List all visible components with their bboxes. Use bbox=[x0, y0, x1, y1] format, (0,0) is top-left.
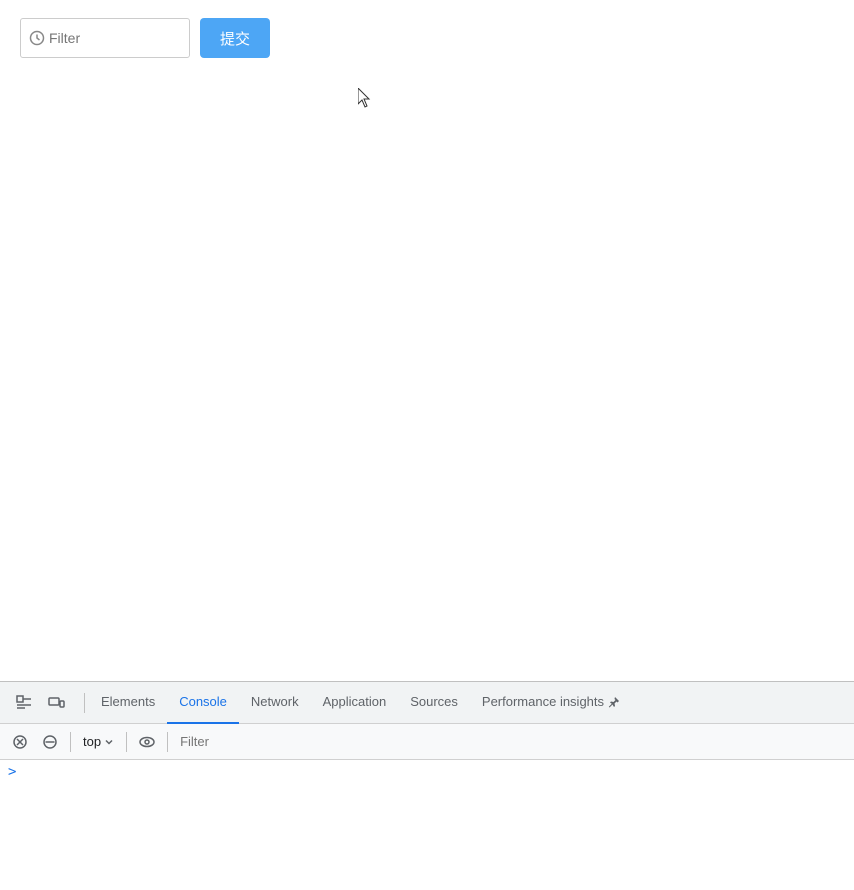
chevron-down-icon bbox=[104, 737, 114, 747]
submit-button[interactable]: 提交 bbox=[200, 18, 270, 58]
search-input[interactable] bbox=[49, 30, 181, 46]
toolbar-separator-2 bbox=[126, 732, 127, 752]
console-arrow: > bbox=[8, 764, 16, 780]
devtools-panel: Elements Console Network Application Sou… bbox=[0, 681, 854, 890]
tab-application[interactable]: Application bbox=[311, 682, 399, 724]
tab-performance-insights[interactable]: Performance insights bbox=[470, 682, 632, 724]
toolbar-separator bbox=[70, 732, 71, 752]
inspect-icon bbox=[15, 694, 33, 712]
block-requests-button[interactable] bbox=[36, 728, 64, 756]
filter-toggle-button[interactable] bbox=[133, 728, 161, 756]
pin-icon bbox=[608, 696, 620, 708]
devtools-icons-left bbox=[4, 689, 76, 717]
inspect-element-button[interactable] bbox=[10, 689, 38, 717]
tab-separator-left bbox=[84, 693, 85, 713]
device-toggle-button[interactable] bbox=[42, 689, 70, 717]
devtools-tabbar: Elements Console Network Application Sou… bbox=[0, 682, 854, 724]
tab-elements[interactable]: Elements bbox=[89, 682, 167, 724]
clear-icon bbox=[12, 734, 28, 750]
context-selector[interactable]: top bbox=[77, 732, 120, 751]
devtools-content: > bbox=[0, 760, 854, 890]
tab-sources[interactable]: Sources bbox=[398, 682, 470, 724]
clock-icon bbox=[29, 30, 45, 46]
devtools-tabs: Elements Console Network Application Sou… bbox=[89, 682, 850, 724]
tab-console[interactable]: Console bbox=[167, 682, 239, 724]
text-input-wrapper bbox=[20, 18, 190, 58]
cursor-icon bbox=[358, 88, 374, 108]
console-prompt-line: > bbox=[8, 764, 846, 780]
main-content: 提交 bbox=[0, 0, 854, 660]
eye-icon bbox=[138, 733, 156, 751]
clear-console-button[interactable] bbox=[6, 728, 34, 756]
devtools-toolbar: top bbox=[0, 724, 854, 760]
block-icon bbox=[42, 734, 58, 750]
form-area: 提交 bbox=[20, 18, 834, 58]
device-icon bbox=[47, 694, 65, 712]
tab-network[interactable]: Network bbox=[239, 682, 311, 724]
filter-input[interactable] bbox=[174, 730, 848, 754]
toolbar-separator-3 bbox=[167, 732, 168, 752]
